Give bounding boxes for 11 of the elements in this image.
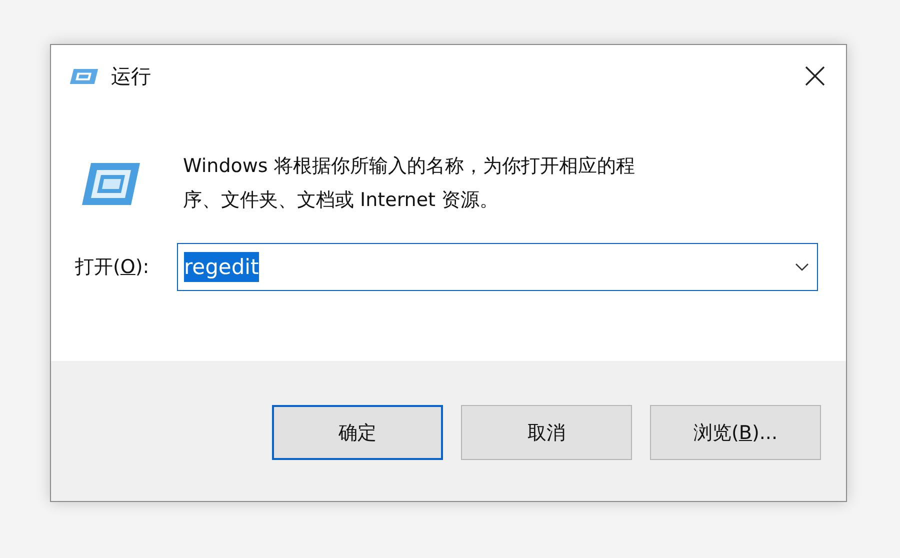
close-icon[interactable] (805, 66, 825, 86)
dialog-button[interactable]: 取消 (461, 405, 632, 460)
run-icon (69, 68, 99, 84)
open-label: 打开(O): (75, 255, 150, 280)
chevron-down-icon[interactable] (795, 263, 809, 271)
command-combo-box[interactable]: regedit (177, 243, 818, 291)
description-text: Windows 将根据你所输入的名称，为你打开相应的程序、文件夹、文档或 Internet 资源。 (183, 154, 636, 213)
dialog-button[interactable]: 浏览(B)... (650, 405, 821, 460)
run-icon (79, 161, 141, 207)
dialog-button[interactable]: 确定 (272, 405, 443, 460)
window-title: 运行 (111, 62, 152, 90)
